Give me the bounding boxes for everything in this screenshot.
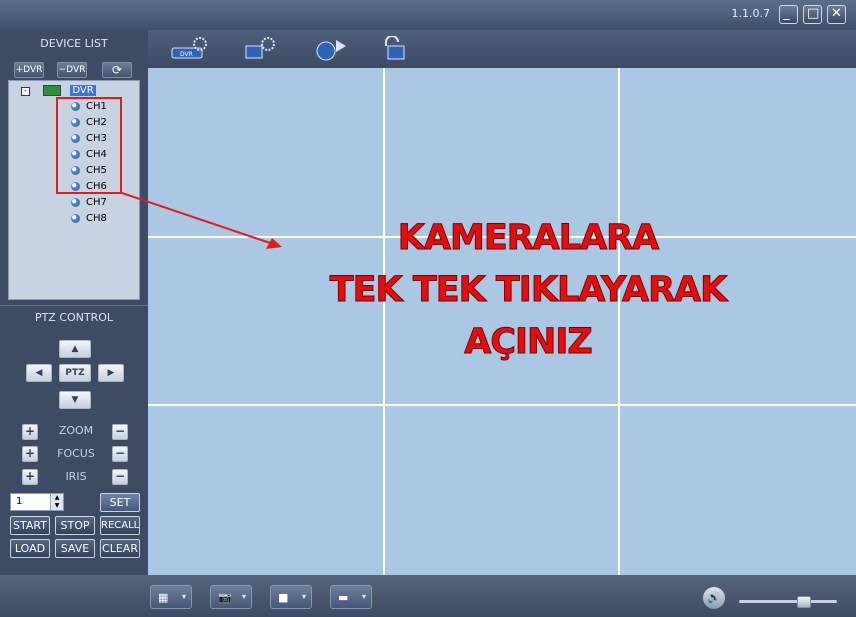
snapshot-button[interactable]: 📷 ▾ [210, 585, 252, 609]
grid-layout-icon: ▦ [158, 591, 169, 604]
layout-button[interactable]: ▦ ▾ [150, 585, 192, 609]
annotation-arrow [121, 192, 282, 249]
chevron-down-icon: ▾ [241, 592, 246, 601]
video-camera-icon: ■ [278, 591, 289, 604]
volume-icon[interactable]: 🔊 [703, 587, 725, 609]
chevron-down-icon: ▾ [361, 592, 366, 601]
display-button[interactable]: ▬ ▾ [330, 585, 372, 609]
chevron-down-icon: ▾ [301, 592, 306, 601]
camera-icon: 📷 [218, 591, 232, 604]
volume-slider-handle[interactable] [797, 596, 811, 608]
volume-slider[interactable] [739, 600, 837, 603]
display-icon: ▬ [338, 591, 349, 604]
chevron-down-icon: ▾ [181, 592, 186, 601]
bottom-bar: ▦ ▾ 📷 ▾ ■ ▾ ▬ ▾ 🔊 [0, 575, 856, 617]
record-button[interactable]: ■ ▾ [270, 585, 312, 609]
